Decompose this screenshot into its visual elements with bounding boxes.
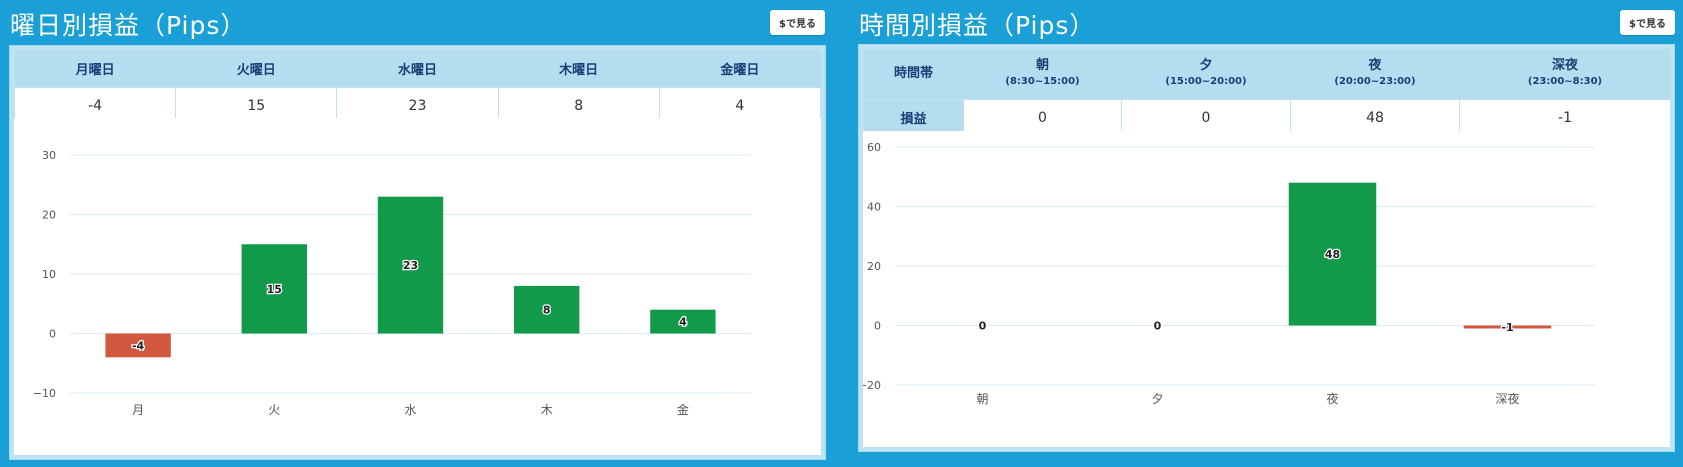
data-label: 0 (979, 320, 987, 333)
data-label: 23 (403, 259, 418, 272)
y-tick-label: 40 (867, 201, 881, 214)
day-chart-area: −10 0 10 20 30 -4 月 15 火 23 水 8 木 4 金 (14, 118, 821, 455)
data-label: 48 (1325, 248, 1340, 261)
x-tick-label: 夕 (1151, 392, 1163, 406)
header-thu: 木曜日 (498, 50, 660, 88)
x-tick-label: 朝 (976, 392, 988, 406)
header-night-range: (20:00~23:00) (1334, 76, 1416, 87)
header-evening: 夕 (15:00~20:00) (1121, 49, 1291, 100)
header-evening-range: (15:00~20:00) (1165, 76, 1247, 87)
y-tick-label: 0 (874, 320, 881, 333)
data-label: 4 (679, 316, 687, 329)
time-view-in-usd-button[interactable]: $で見る (1620, 10, 1675, 35)
day-panel-title: 曜日別損益（Pips） (10, 11, 247, 40)
data-label: 15 (267, 283, 282, 296)
x-tick-label: 月 (132, 403, 144, 417)
header-morning-label: 朝 (1035, 58, 1049, 73)
y-tick-label: 20 (42, 209, 56, 222)
header-morning-range: (8:30~15:00) (1005, 76, 1080, 87)
header-evening-label: 夕 (1199, 58, 1213, 73)
day-summary-table: 月曜日 火曜日 水曜日 木曜日 金曜日 -4 15 23 8 4 (13, 50, 822, 125)
x-tick-label: 夜 (1326, 391, 1338, 406)
y-tick-label: 20 (867, 260, 881, 273)
day-card: 月曜日 火曜日 水曜日 木曜日 金曜日 -4 15 23 8 4 −10 0 10 2… (9, 45, 826, 460)
day-header-row: 月曜日 火曜日 水曜日 木曜日 金曜日 (14, 50, 821, 88)
y-tick-label: 10 (42, 268, 56, 281)
header-wed: 水曜日 (336, 50, 499, 88)
time-bar-chart: −20 0 20 40 60 0 朝 0 夕 48 夜 -1 深夜 (858, 141, 1595, 406)
day-of-week-panel: 曜日別損益（Pips） $で見る 月曜日 火曜日 水曜日 木曜日 金曜日 -4 … (0, 0, 834, 467)
header-night-label: 夜 (1368, 58, 1382, 73)
x-tick-label: 水 (404, 403, 416, 417)
time-panel-title: 時間別損益（Pips） (859, 11, 1096, 40)
data-label: 0 (1154, 320, 1162, 333)
header-night: 夜 (20:00~23:00) (1290, 49, 1460, 100)
header-tue: 火曜日 (175, 50, 337, 88)
time-header-row: 時間帯 朝 (8:30~15:00) 夕 (15:00~20:00) 夜 (20:00… (863, 49, 1671, 100)
data-label: 8 (543, 304, 551, 317)
day-bar-chart: −10 0 10 20 30 -4 月 15 火 23 水 8 木 4 金 (33, 149, 751, 417)
data-label: -1 (1501, 321, 1513, 334)
data-label: -4 (132, 339, 145, 352)
time-summary-table: 時間帯 朝 (8:30~15:00) 夕 (15:00~20:00) 夜 (20:00… (863, 49, 1671, 136)
y-tick-label: −20 (863, 379, 881, 392)
y-tick-label: 60 (867, 141, 881, 154)
x-tick-label: 火 (268, 403, 280, 417)
header-late-night-label: 深夜 (1551, 58, 1578, 73)
y-tick-label: −10 (33, 387, 56, 400)
y-tick-label: 0 (49, 328, 56, 341)
y-tick-label: 30 (42, 149, 56, 162)
x-tick-label: 金 (677, 402, 689, 417)
time-of-day-panel: 時間別損益（Pips） $で見る 時間帯 朝 (8:30~15:00) 夕 (15:… (848, 0, 1683, 467)
header-late-night: 深夜 (23:00~8:30) (1459, 49, 1671, 100)
day-view-in-usd-button[interactable]: $で見る (770, 10, 825, 35)
header-morning: 朝 (8:30~15:00) (963, 49, 1122, 100)
header-late-night-range: (23:00~8:30) (1527, 76, 1603, 87)
x-tick-label: 深夜 (1495, 391, 1519, 406)
time-card: 時間帯 朝 (8:30~15:00) 夕 (15:00~20:00) 夜 (20:00… (858, 44, 1675, 452)
x-tick-label: 木 (541, 403, 553, 417)
header-fri: 金曜日 (659, 50, 821, 88)
header-mon: 月曜日 (14, 50, 176, 88)
time-chart-area: −20 0 20 40 60 0 朝 0 夕 48 夜 -1 深夜 (858, 131, 1670, 447)
time-row-header: 時間帯 (863, 49, 964, 100)
